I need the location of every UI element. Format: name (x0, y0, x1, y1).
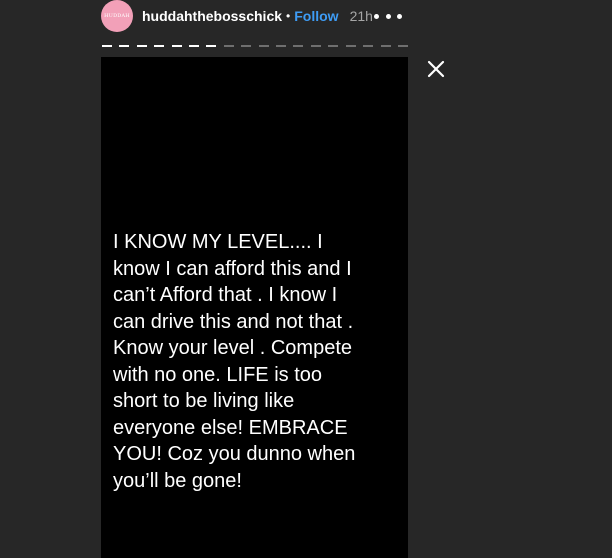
progress-segment (154, 45, 165, 47)
progress-segment (223, 45, 234, 47)
separator-dot: • (286, 9, 291, 23)
progress-segment (345, 45, 356, 47)
follow-button[interactable]: Follow (294, 8, 338, 24)
progress-segment (171, 45, 182, 47)
more-horizontal-icon (374, 13, 379, 19)
story-line: with no one. LIFE is too (113, 363, 323, 386)
story-line: Know your level . Compete (113, 337, 353, 359)
progress-segment (380, 45, 391, 47)
progress-segment (293, 45, 304, 47)
progress-segment (363, 45, 374, 47)
story-line: YOU! Coz you dunno when (113, 443, 356, 465)
avatar[interactable]: HUDDAH (101, 0, 133, 32)
story-line: can’t Afford that . I know I (113, 284, 338, 306)
close-icon[interactable] (426, 59, 446, 79)
story-line: know I can afford this and I (113, 257, 352, 280)
story-content[interactable]: I KNOW MY LEVEL.... I know I can afford t… (101, 57, 408, 558)
progress-segment (241, 45, 252, 47)
progress-segment (276, 45, 287, 47)
story-line: I KNOW MY LEVEL.... I (113, 231, 323, 253)
progress-segment (119, 45, 130, 47)
progress-segment (328, 45, 339, 47)
story-viewer: HUDDAH huddahthebosschick • Follow 21h I… (0, 0, 612, 558)
timestamp: 21h (349, 8, 373, 24)
story-line: short to be living like (113, 390, 295, 412)
more-dot (397, 13, 402, 19)
avatar-label: HUDDAH (104, 13, 130, 19)
story-header: HUDDAH huddahthebosschick • Follow 21h (101, 0, 373, 32)
progress-segment (258, 45, 269, 47)
story-line: can drive this and not that . (113, 310, 354, 333)
story-progress-bar (102, 45, 408, 48)
story-line: everyone else! EMBRACE (113, 416, 348, 439)
more-options-button[interactable] (374, 8, 402, 24)
progress-segment (397, 45, 408, 47)
progress-segment (136, 45, 147, 47)
story-line: you’ll be gone! (113, 469, 242, 492)
progress-segment (102, 45, 112, 47)
progress-segment (189, 45, 200, 47)
progress-segment (310, 45, 321, 47)
progress-segment (206, 45, 217, 47)
username[interactable]: huddahthebosschick (142, 8, 282, 24)
more-dot (385, 13, 391, 19)
story-text: I KNOW MY LEVEL.... I know I can afford t… (113, 229, 403, 494)
